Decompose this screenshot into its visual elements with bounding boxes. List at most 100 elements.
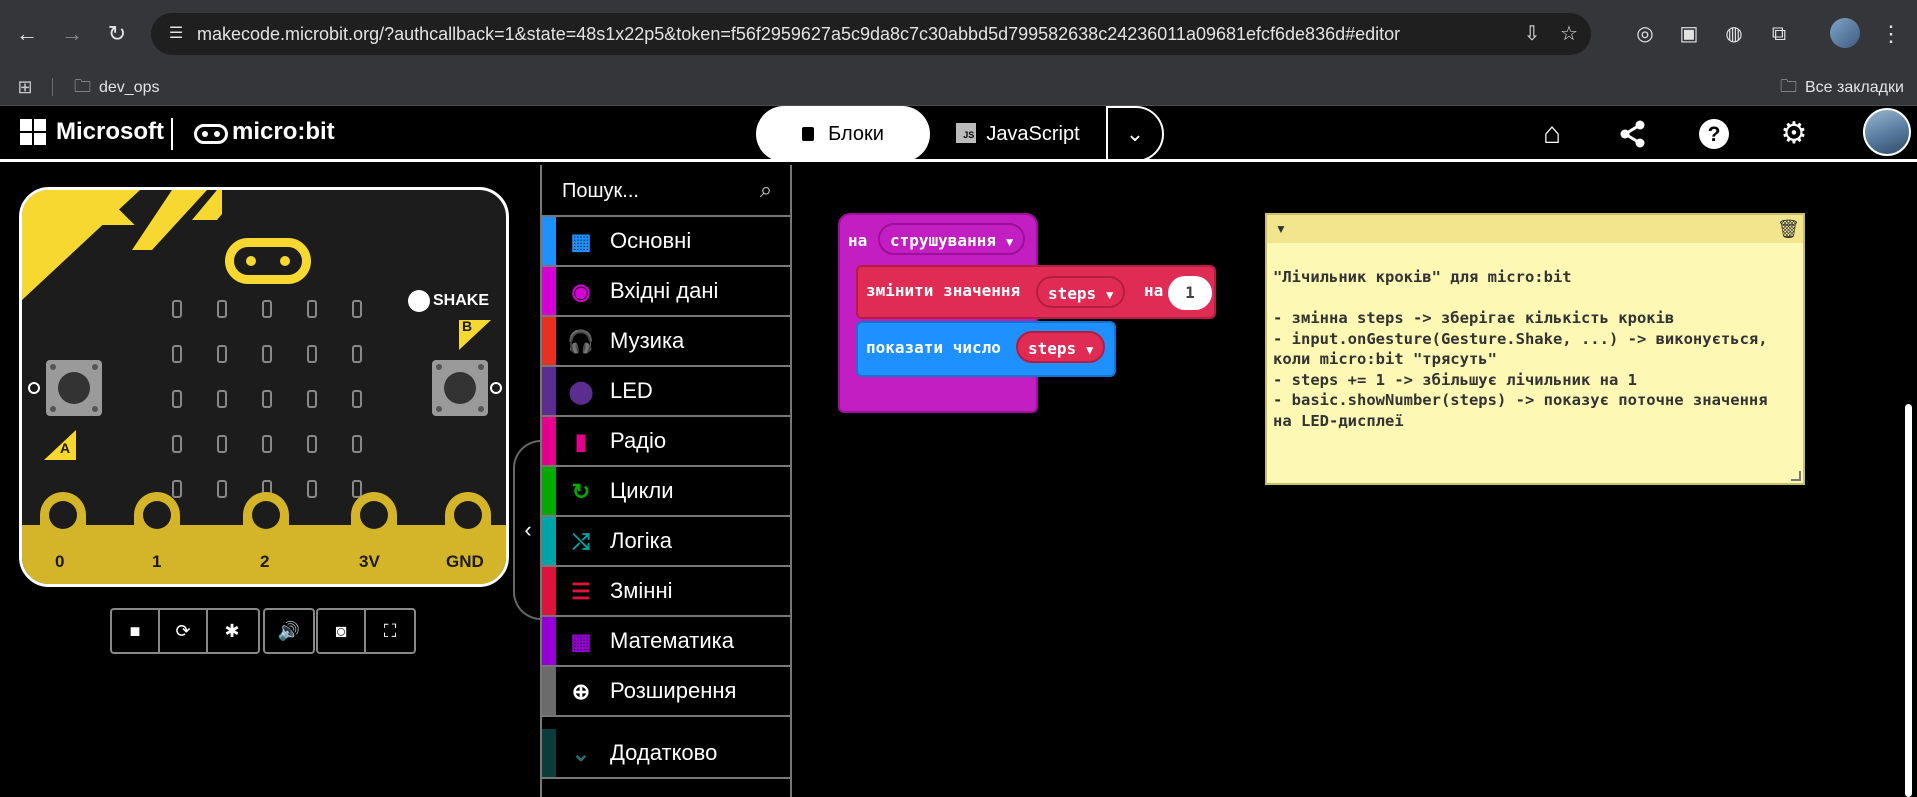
- refresh-icon: ↻: [571, 479, 591, 504]
- comment-text[interactable]: "Лічильник кроків" для micro:bit - змінн…: [1273, 267, 1799, 431]
- browser-toolbar: ← → ↻ ☰ makecode.microbit.org/?authcallb…: [0, 0, 1917, 68]
- fullscreen-icon[interactable]: ⛶: [366, 610, 414, 652]
- led-pixel: [307, 300, 317, 318]
- change-amount-input[interactable]: 1: [1168, 276, 1212, 310]
- home-icon[interactable]: ⌂: [1530, 112, 1574, 156]
- comment-topbar: ▼ 🗑: [1267, 215, 1803, 243]
- category-label: Основні: [610, 228, 692, 253]
- plus-circle-icon: ⊕: [571, 679, 591, 704]
- all-bookmarks[interactable]: 🗀 Все закладки: [1780, 72, 1904, 102]
- category-label: LED: [610, 378, 653, 403]
- user-avatar[interactable]: [1863, 108, 1911, 156]
- signal-icon: ▮: [574, 429, 588, 454]
- bookmark-dev-ops[interactable]: 🗀 dev_ops: [74, 72, 160, 102]
- pin-gnd[interactable]: [445, 492, 491, 584]
- category-color-bar: [542, 267, 556, 315]
- led-pixel: [217, 480, 227, 498]
- toolbox-category-headphones[interactable]: 🎧 Музика: [542, 317, 790, 367]
- language-dropdown-button[interactable]: ⌄: [1106, 106, 1164, 162]
- workspace-scrollbar[interactable]: [1905, 404, 1912, 797]
- workspace-comment[interactable]: ▼ 🗑 "Лічильник кроків" для micro:bit - з…: [1265, 213, 1805, 485]
- category-color-bar: [542, 317, 556, 365]
- shake-button[interactable]: [408, 290, 430, 312]
- tab-blocks[interactable]: Блоки: [756, 106, 930, 162]
- board-decoration: [22, 190, 222, 300]
- microsoft-label[interactable]: Microsoft: [56, 116, 164, 148]
- comment-resize-handle[interactable]: [1791, 471, 1801, 481]
- toolbox-category-refresh[interactable]: ↻ Цикли: [542, 467, 790, 517]
- pin-1[interactable]: [134, 492, 180, 584]
- bookmark-star-icon[interactable]: ☆: [1554, 19, 1584, 49]
- toolbox-category-toggle[interactable]: ⬤ LED: [542, 367, 790, 417]
- chevron-down-icon: ⌄: [571, 741, 591, 766]
- toolbox-category-target[interactable]: ◉ Вхідні дані: [542, 267, 790, 317]
- extension-icon-2[interactable]: ▣: [1672, 17, 1706, 51]
- gesture-dropdown[interactable]: струшування ▼: [878, 223, 1026, 255]
- help-icon[interactable]: ?: [1692, 112, 1736, 156]
- tab-javascript[interactable]: JS JavaScript: [930, 106, 1106, 162]
- led-pixel: [352, 390, 362, 408]
- microbit-label[interactable]: micro:bit: [232, 116, 335, 148]
- led-pixel: [217, 435, 227, 453]
- folder-icon: 🗀: [1780, 77, 1797, 96]
- toolbox-category-chevron-down[interactable]: ⌄ Додатково: [542, 729, 790, 779]
- microbit-simulator[interactable]: A B SHAKE 0 1 2 3V GND: [19, 187, 509, 587]
- apps-grid-icon[interactable]: ⊞: [14, 76, 36, 98]
- search-icon[interactable]: ⌕: [752, 176, 780, 204]
- pin-3v[interactable]: [351, 492, 397, 584]
- show-number-block[interactable]: показати число steps ▼: [856, 321, 1116, 377]
- toolbox-category-shuffle[interactable]: ⤭ Логіка: [542, 517, 790, 567]
- address-bar[interactable]: ☰ makecode.microbit.org/?authcallback=1&…: [151, 13, 1591, 55]
- extension-icon-1[interactable]: ◎: [1628, 17, 1662, 51]
- toolbox-category-signal[interactable]: ▮ Радіо: [542, 417, 790, 467]
- variable-dropdown[interactable]: steps ▼: [1036, 276, 1126, 308]
- extension-icon-3[interactable]: ◍: [1717, 17, 1751, 51]
- category-label: Математика: [610, 628, 734, 653]
- microsoft-logo-icon: [20, 119, 46, 145]
- led-pixel: [352, 345, 362, 363]
- volume-icon[interactable]: 🔊: [265, 610, 313, 652]
- settings-gear-icon[interactable]: ⚙: [1772, 112, 1816, 156]
- touch-logo[interactable]: [225, 238, 311, 284]
- back-icon[interactable]: ←: [10, 17, 44, 51]
- led-pixel: [172, 435, 182, 453]
- toolbox-category-plus-circle[interactable]: ⊕ Розширення: [542, 667, 790, 717]
- shake-label[interactable]: SHAKE: [433, 290, 489, 312]
- collapse-comment-icon[interactable]: ▼: [1275, 219, 1293, 239]
- button-b[interactable]: [432, 360, 488, 416]
- reload-icon[interactable]: ↻: [100, 17, 134, 51]
- sim-controls-group-1: ■ ⟳ ✱: [110, 608, 260, 654]
- debug-bug-icon[interactable]: ✱: [208, 610, 256, 652]
- chevron-down-icon: ⌄: [1125, 121, 1145, 146]
- variable-reporter[interactable]: steps ▼: [1016, 331, 1106, 363]
- led-pixel: [217, 300, 227, 318]
- install-app-icon[interactable]: ⇩: [1517, 19, 1547, 49]
- change-label: змінити значення: [866, 281, 1021, 300]
- collapse-simulator-button[interactable]: ‹: [513, 440, 541, 620]
- tab-label: JavaScript: [986, 123, 1080, 145]
- pin-0[interactable]: [40, 492, 86, 584]
- forward-icon[interactable]: →: [55, 17, 89, 51]
- toolbox-category-grid[interactable]: ▦ Основні: [542, 217, 790, 267]
- restart-icon[interactable]: ⟳: [160, 610, 208, 652]
- pin-2[interactable]: [243, 492, 289, 584]
- by-label: на: [1144, 281, 1164, 300]
- led-pixel: [172, 390, 182, 408]
- url-text[interactable]: makecode.microbit.org/?authcallback=1&st…: [197, 13, 1400, 55]
- delete-comment-icon[interactable]: 🗑: [1777, 218, 1800, 240]
- share-icon[interactable]: [1611, 112, 1655, 156]
- toolbox-search-input[interactable]: [562, 175, 742, 207]
- button-a[interactable]: [46, 360, 102, 416]
- bookmarks-bar: ⊞ 🗀 dev_ops 🗀 Все закладки: [0, 68, 1917, 106]
- camera-icon[interactable]: ◙: [318, 610, 366, 652]
- site-info-icon[interactable]: ☰: [161, 19, 191, 49]
- category-color-bar: [542, 617, 556, 665]
- profile-avatar[interactable]: [1830, 18, 1860, 48]
- led-pixel: [262, 345, 272, 363]
- toolbox-category-lines[interactable]: ☰ Змінні: [542, 567, 790, 617]
- change-variable-block[interactable]: змінити значення steps ▼ на 1: [856, 265, 1216, 319]
- toolbox-category-calculator[interactable]: ▦ Математика: [542, 617, 790, 667]
- stop-icon[interactable]: ■: [112, 610, 160, 652]
- extensions-puzzle-icon[interactable]: ⧉: [1762, 17, 1796, 51]
- more-vert-icon[interactable]: ⋮: [1876, 17, 1906, 51]
